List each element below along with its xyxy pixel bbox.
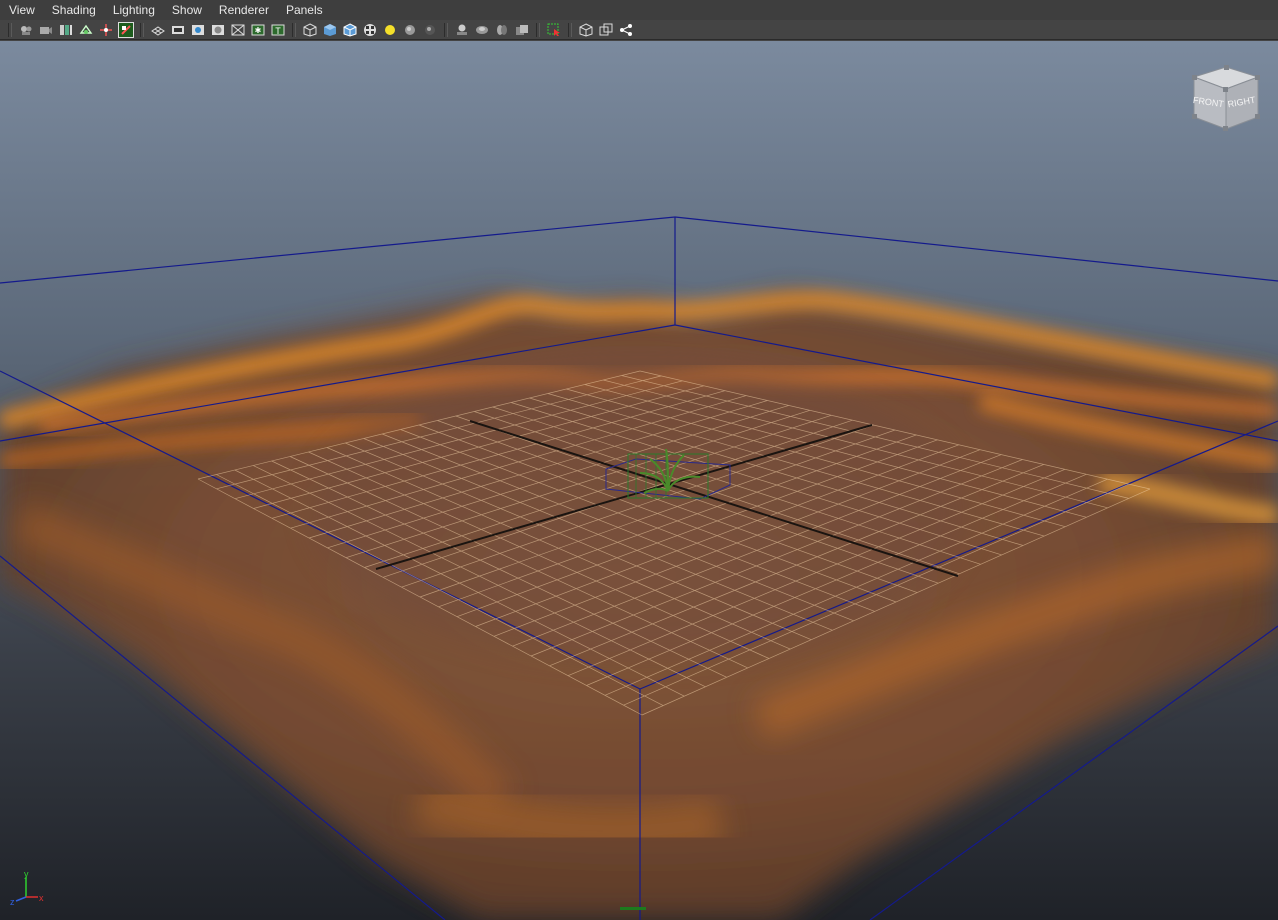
panel-toolbar: ✱ T (0, 20, 1278, 40)
screen-space-ao-icon[interactable] (422, 22, 438, 38)
isolate-select-icon[interactable] (546, 22, 562, 38)
image-plane-icon[interactable] (78, 22, 94, 38)
use-lights-icon[interactable] (382, 22, 398, 38)
grease-pencil-icon[interactable] (118, 21, 134, 38)
gate-mask-icon[interactable] (210, 22, 226, 38)
camera-attributes-icon[interactable] (38, 22, 54, 38)
svg-text:✱: ✱ (255, 26, 262, 35)
menu-view[interactable]: View (0, 0, 43, 20)
smooth-shade-icon[interactable] (322, 22, 338, 38)
shadows-icon[interactable] (402, 22, 418, 38)
axis-z-label: z (10, 897, 15, 907)
safe-action-icon[interactable]: ✱ (250, 22, 266, 38)
film-gate-icon[interactable] (170, 22, 186, 38)
depth-of-field-icon[interactable] (494, 22, 510, 38)
2d-pan-zoom-icon[interactable] (98, 22, 114, 38)
toolbar-separator (568, 22, 572, 37)
grid-icon[interactable] (150, 22, 166, 38)
toolbar-separator (140, 22, 144, 37)
maya-viewport-panel: View Shading Lighting Show Renderer Pane… (0, 0, 1278, 920)
toolbar-separator (444, 22, 448, 37)
xray-active-components-icon[interactable] (598, 22, 614, 38)
multisample-aa-icon[interactable] (474, 22, 490, 38)
wireframe-on-shaded-icon[interactable] (342, 22, 358, 38)
toolbar-separator (292, 22, 296, 37)
panel-menu-bar: View Shading Lighting Show Renderer Pane… (0, 0, 1278, 20)
camera-select-icon[interactable] (18, 22, 34, 38)
perspective-viewport[interactable]: FRONT RIGHT y x z (0, 41, 1278, 920)
green-marker (620, 907, 646, 910)
motion-blur-icon[interactable] (454, 22, 470, 38)
bookmarks-icon[interactable] (58, 22, 74, 38)
menu-show[interactable]: Show (163, 0, 210, 20)
menu-lighting[interactable]: Lighting (104, 0, 163, 20)
menu-shading[interactable]: Shading (43, 0, 104, 20)
axis-y-label: y (24, 871, 29, 879)
hardware-fog-icon[interactable] (514, 22, 530, 38)
axis-x-label: x (39, 893, 44, 903)
toolbar-separator (536, 22, 540, 37)
resolution-gate-icon[interactable] (190, 22, 206, 38)
wireframe-icon[interactable] (302, 22, 318, 38)
xray-joints-icon[interactable] (618, 22, 634, 38)
menu-panels[interactable]: Panels (277, 0, 331, 20)
textured-icon[interactable] (362, 22, 378, 38)
scene-canvas[interactable] (0, 41, 1278, 920)
field-chart-icon[interactable] (230, 22, 246, 38)
menu-renderer[interactable]: Renderer (210, 0, 277, 20)
axis-indicator: y x z (8, 869, 48, 911)
xray-icon[interactable] (578, 22, 594, 38)
toolbar-separator (8, 22, 12, 37)
safe-title-icon[interactable]: T (270, 22, 286, 38)
svg-text:T: T (275, 26, 281, 36)
viewcube[interactable]: FRONT RIGHT (1186, 65, 1266, 135)
